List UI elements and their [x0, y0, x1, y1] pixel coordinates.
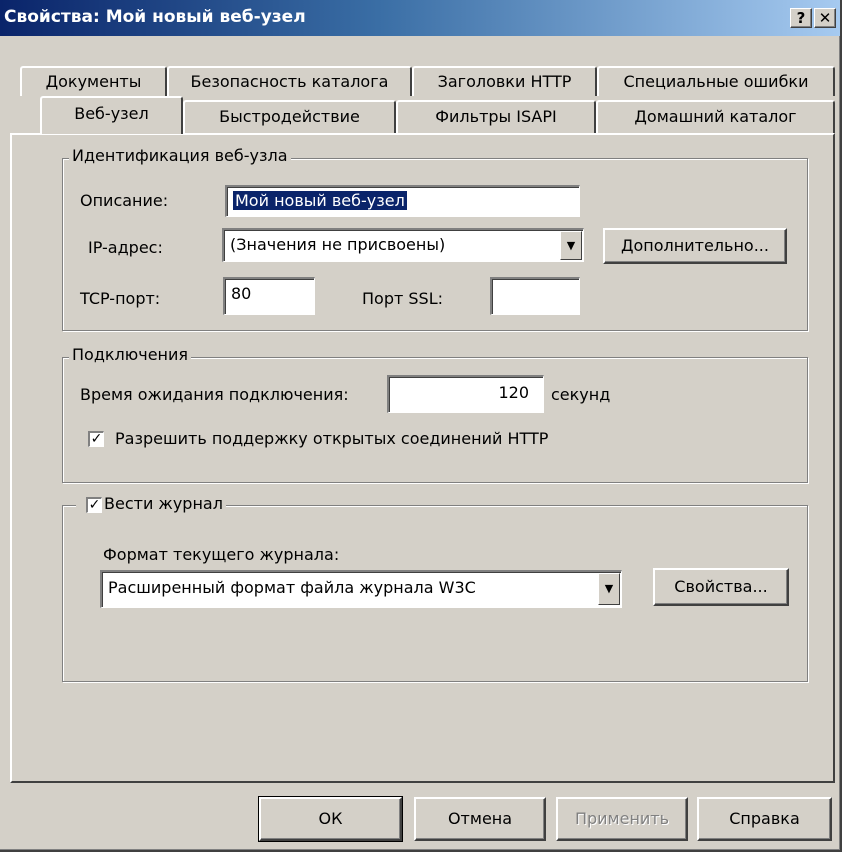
tab-isapi-filters[interactable]: Фильтры ISAPI — [396, 100, 596, 133]
timeout-value: 120 — [498, 383, 529, 402]
tab-label: Домашний каталог — [634, 107, 797, 126]
timeout-unit: секунд — [551, 385, 611, 404]
connections-legend: Подключения — [69, 345, 192, 364]
ok-label: ОК — [318, 809, 343, 828]
help-button[interactable]: Справка — [697, 797, 832, 841]
identification-legend: Идентификация веб-узла — [69, 146, 291, 165]
keepalive-label: Разрешить поддержку открытых соединений … — [115, 429, 549, 448]
tab-label: Быстродействие — [219, 107, 360, 126]
help-icon[interactable]: ? — [790, 8, 812, 28]
tab-label: Безопасность каталога — [190, 72, 389, 91]
tcp-port-input[interactable]: 80 — [223, 277, 315, 315]
ip-address-select[interactable]: (Значения не присвоены) ▼ — [222, 228, 584, 262]
log-format-label: Формат текущего журнала: — [103, 545, 340, 564]
timeout-input[interactable]: 120 — [387, 375, 544, 413]
ip-label: IP-адрес: — [88, 238, 163, 257]
advanced-button[interactable]: Дополнительно... — [603, 228, 787, 264]
apply-button[interactable]: Применить — [556, 797, 688, 841]
description-value: Мой новый веб-узел — [233, 191, 407, 210]
tab-label: Веб-узел — [74, 104, 149, 123]
tab-home-directory[interactable]: Домашний каталог — [596, 100, 835, 133]
chevron-down-icon[interactable]: ▼ — [598, 573, 620, 605]
tab-directory-security[interactable]: Безопасность каталога — [167, 66, 412, 96]
log-properties-button[interactable]: Свойства... — [653, 568, 789, 606]
window-title: Свойства: Мой новый веб-узел — [4, 7, 306, 27]
advanced-button-label: Дополнительно... — [621, 236, 769, 255]
tab-label: Документы — [45, 72, 142, 91]
tab-label: Специальные ошибки — [623, 72, 809, 91]
help-label: Справка — [729, 809, 800, 828]
description-label: Описание: — [80, 191, 169, 210]
log-format-value: Расширенный формат файла журнала W3C — [108, 578, 476, 597]
tab-website[interactable]: Веб-узел — [40, 96, 183, 134]
logging-checkbox[interactable]: ✓ — [86, 497, 102, 513]
tcp-port-value: 80 — [231, 284, 252, 303]
ip-address-value: (Значения не присвоены) — [230, 235, 446, 254]
tab-http-headers[interactable]: Заголовки HTTP — [412, 66, 597, 96]
apply-label: Применить — [574, 809, 670, 828]
keepalive-checkbox[interactable]: ✓ — [88, 431, 104, 447]
tab-documents[interactable]: Документы — [20, 66, 167, 96]
log-properties-label: Свойства... — [674, 577, 768, 596]
chevron-down-icon[interactable]: ▼ — [560, 231, 582, 260]
ssl-port-label: Порт SSL: — [362, 289, 443, 308]
tab-custom-errors[interactable]: Специальные ошибки — [597, 66, 835, 96]
properties-dialog: Свойства: Мой новый веб-узел ? ✕ Докумен… — [0, 0, 842, 852]
description-input[interactable]: Мой новый веб-узел — [225, 185, 580, 217]
tab-label: Фильтры ISAPI — [435, 107, 557, 126]
tab-label: Заголовки HTTP — [437, 72, 572, 91]
cancel-button[interactable]: Отмена — [414, 797, 546, 841]
ok-button[interactable]: ОК — [258, 796, 403, 842]
cancel-label: Отмена — [447, 809, 513, 828]
title-bar[interactable]: Свойства: Мой новый веб-узел ? ✕ — [0, 0, 840, 36]
ssl-port-input[interactable] — [490, 277, 580, 315]
tcp-port-label: TCP-порт: — [80, 289, 161, 308]
log-format-select[interactable]: Расширенный формат файла журнала W3C ▼ — [100, 570, 622, 608]
timeout-label: Время ожидания подключения: — [80, 385, 349, 404]
close-icon[interactable]: ✕ — [814, 8, 836, 28]
tab-performance[interactable]: Быстродействие — [183, 100, 396, 133]
